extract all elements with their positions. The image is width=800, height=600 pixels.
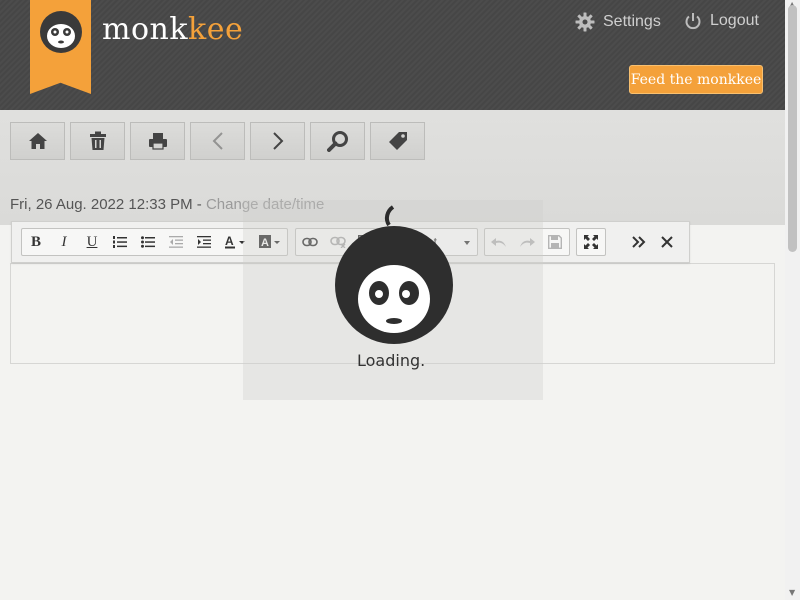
home-button[interactable] bbox=[10, 122, 65, 160]
logo-badge[interactable] bbox=[30, 0, 91, 94]
power-icon bbox=[685, 13, 701, 30]
chevron-left-icon bbox=[212, 132, 223, 150]
fullscreen-button[interactable] bbox=[577, 229, 605, 255]
app-header: monkkee Settings Logout Feed the monkkee bbox=[0, 0, 785, 110]
monkey-logo-icon bbox=[40, 11, 82, 53]
save-button[interactable] bbox=[541, 229, 569, 255]
indent-button[interactable] bbox=[190, 229, 218, 255]
date-separator: - bbox=[196, 196, 202, 213]
scrollbar-thumb[interactable] bbox=[788, 5, 797, 252]
previous-button[interactable] bbox=[190, 122, 245, 160]
tags-button[interactable] bbox=[370, 122, 425, 160]
logo-wordmark[interactable]: monkkee bbox=[102, 12, 243, 47]
settings-label: Settings bbox=[603, 13, 661, 30]
search-icon bbox=[326, 131, 348, 152]
logo-text-part2: kee bbox=[188, 12, 244, 47]
feed-the-monkkee-button[interactable]: Feed the monkkee bbox=[629, 65, 763, 94]
fullscreen-icon bbox=[584, 235, 598, 249]
close-icon bbox=[661, 236, 673, 248]
numbered-list-button[interactable] bbox=[106, 229, 134, 255]
loading-monkey-icon bbox=[335, 205, 453, 344]
svg-text:A: A bbox=[225, 235, 234, 248]
underline-button[interactable]: U bbox=[78, 229, 106, 255]
logout-label: Logout bbox=[710, 12, 759, 29]
settings-link[interactable]: Settings bbox=[575, 12, 661, 32]
close-button[interactable] bbox=[653, 229, 681, 255]
outdent-button[interactable] bbox=[162, 229, 190, 255]
trash-icon bbox=[89, 131, 106, 150]
fullscreen-group bbox=[576, 228, 606, 256]
indent-icon bbox=[197, 236, 211, 248]
numbered-list-icon bbox=[113, 236, 127, 248]
home-icon bbox=[28, 133, 47, 149]
logout-link[interactable]: Logout bbox=[684, 12, 759, 30]
double-chevron-right-icon bbox=[632, 236, 646, 248]
gear-icon bbox=[575, 12, 595, 32]
loading-text: Loading. bbox=[357, 351, 426, 370]
italic-button[interactable]: I bbox=[50, 229, 78, 255]
search-button[interactable] bbox=[310, 122, 365, 160]
tag-icon bbox=[388, 132, 407, 150]
save-icon bbox=[548, 235, 562, 249]
bold-button[interactable]: B bbox=[22, 229, 50, 255]
scroll-down-icon[interactable]: ▼ bbox=[789, 588, 795, 597]
more-button[interactable] bbox=[625, 229, 653, 255]
page-scrollbar[interactable]: ▲ ▼ bbox=[785, 0, 800, 600]
print-button[interactable] bbox=[130, 122, 185, 160]
print-icon bbox=[148, 133, 167, 150]
entry-date: Fri, 26 Aug. 2022 12:33 PM bbox=[10, 196, 193, 213]
logo-text-part1: monk bbox=[102, 12, 189, 47]
next-button[interactable] bbox=[250, 122, 305, 160]
delete-button[interactable] bbox=[70, 122, 125, 160]
bulleted-list-button[interactable] bbox=[134, 229, 162, 255]
outdent-icon bbox=[169, 236, 183, 248]
bulleted-list-icon bbox=[141, 236, 155, 248]
chevron-right-icon bbox=[272, 132, 283, 150]
